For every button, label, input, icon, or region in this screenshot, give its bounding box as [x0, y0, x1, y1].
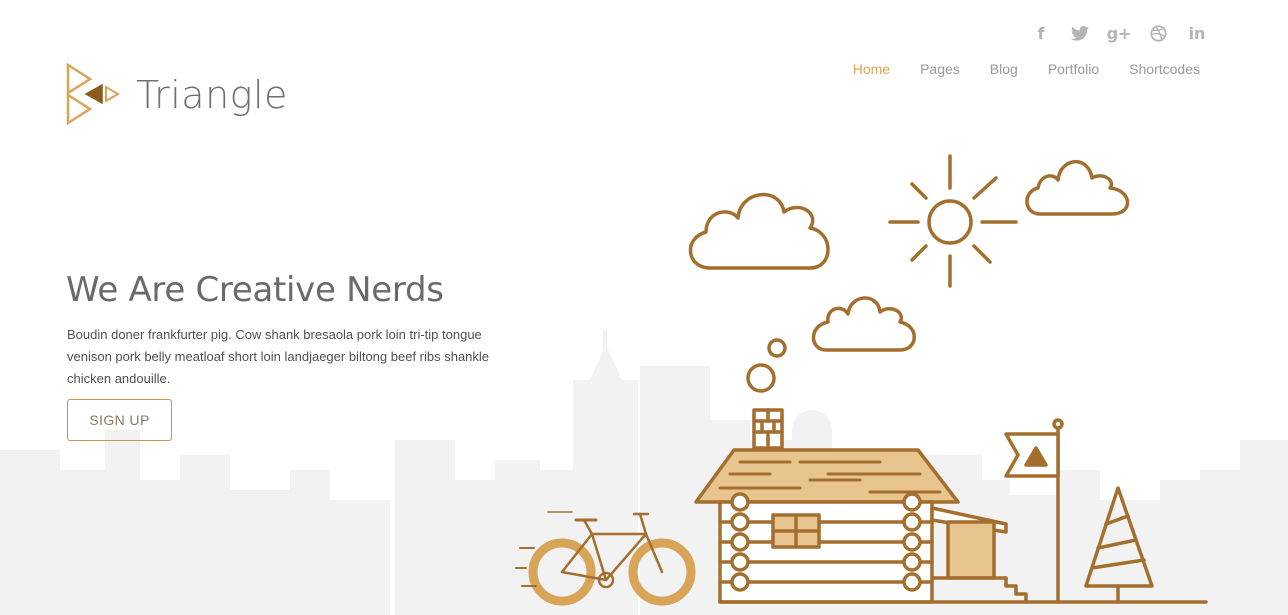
- sign-up-button[interactable]: SIGN UP: [67, 399, 172, 441]
- cloud-middle: [811, 296, 916, 352]
- hero-title: We Are Creative Nerds: [66, 270, 444, 310]
- smoke-puff-large: [746, 363, 776, 393]
- hero-description: Boudin doner frankfurter pig. Cow shank …: [67, 327, 490, 386]
- cloud-left: [688, 193, 830, 270]
- smoke-puff-small: [767, 338, 787, 358]
- sun: [888, 154, 1018, 288]
- cloud-right: [1025, 159, 1130, 216]
